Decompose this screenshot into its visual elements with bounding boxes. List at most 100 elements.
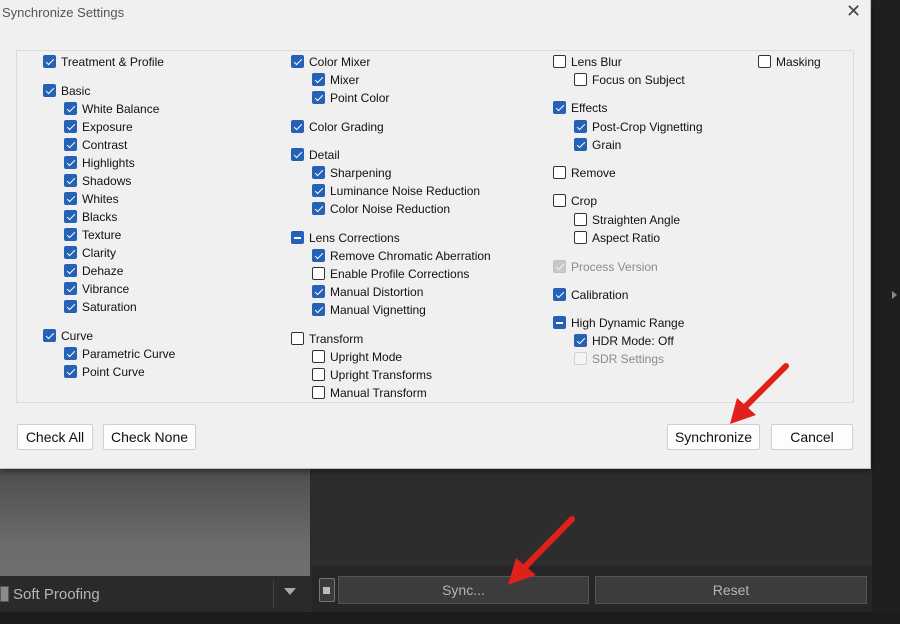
checkbox-box[interactable] <box>312 285 325 298</box>
check-all-button[interactable]: Check All <box>17 424 93 450</box>
auto-sync-toggle[interactable] <box>319 578 335 602</box>
checkbox-color-grading[interactable]: Color Grading <box>291 118 384 135</box>
chevron-down-icon[interactable] <box>284 588 296 595</box>
checkbox-remove[interactable]: Remove <box>553 164 616 181</box>
checkbox-box[interactable] <box>64 264 77 277</box>
checkbox-box[interactable] <box>64 347 77 360</box>
checkbox-box[interactable] <box>574 73 587 86</box>
checkbox-white-balance[interactable]: White Balance <box>64 100 159 117</box>
checkbox-box[interactable] <box>553 101 566 114</box>
checkbox-saturation[interactable]: Saturation <box>64 298 137 315</box>
checkbox-sharpening[interactable]: Sharpening <box>312 164 391 181</box>
checkbox-box[interactable] <box>312 303 325 316</box>
checkbox-box[interactable] <box>574 120 587 133</box>
checkbox-box[interactable] <box>43 55 56 68</box>
checkbox-box[interactable] <box>64 138 77 151</box>
checkbox-box[interactable] <box>312 91 325 104</box>
checkbox-manual-vignetting[interactable]: Manual Vignetting <box>312 301 426 318</box>
checkbox-point-color[interactable]: Point Color <box>312 89 389 106</box>
checkbox-box[interactable] <box>64 192 77 205</box>
checkbox-curve[interactable]: Curve <box>43 327 93 344</box>
checkbox-dehaze[interactable]: Dehaze <box>64 262 123 279</box>
checkbox-crop[interactable]: Crop <box>553 192 597 209</box>
checkbox-box[interactable] <box>64 228 77 241</box>
checkbox-focus-on-subject[interactable]: Focus on Subject <box>574 71 685 88</box>
checkbox-masking[interactable]: Masking <box>758 53 821 70</box>
checkbox-box[interactable] <box>43 84 56 97</box>
checkbox-box[interactable] <box>758 55 771 68</box>
checkbox-high-dynamic-range[interactable]: High Dynamic Range <box>553 314 684 331</box>
checkbox-box[interactable] <box>574 138 587 151</box>
checkbox-exposure[interactable]: Exposure <box>64 118 133 135</box>
checkbox-box[interactable] <box>574 334 587 347</box>
checkbox-box[interactable] <box>312 166 325 179</box>
close-icon[interactable]: ✕ <box>846 2 861 20</box>
checkbox-box[interactable] <box>64 156 77 169</box>
checkbox-lens-blur[interactable]: Lens Blur <box>553 53 622 70</box>
checkbox-color-mixer[interactable]: Color Mixer <box>291 53 370 70</box>
checkbox-highlights[interactable]: Highlights <box>64 154 135 171</box>
checkbox-box[interactable] <box>64 210 77 223</box>
checkbox-box[interactable] <box>64 300 77 313</box>
checkbox-clarity[interactable]: Clarity <box>64 244 116 261</box>
checkbox-texture[interactable]: Texture <box>64 226 121 243</box>
checkbox-remove-chromatic-aberration[interactable]: Remove Chromatic Aberration <box>312 247 491 264</box>
panel-collapse-arrow-icon[interactable] <box>892 291 897 299</box>
checkbox-lens-corrections[interactable]: Lens Corrections <box>291 229 400 246</box>
checkbox-box[interactable] <box>553 194 566 207</box>
reset-button[interactable]: Reset <box>595 576 867 604</box>
checkbox-box[interactable] <box>64 365 77 378</box>
checkbox-box[interactable] <box>64 102 77 115</box>
checkbox-manual-distortion[interactable]: Manual Distortion <box>312 283 423 300</box>
checkbox-box[interactable] <box>64 120 77 133</box>
checkbox-box[interactable] <box>291 332 304 345</box>
checkbox-box[interactable] <box>291 148 304 161</box>
checkbox-box[interactable] <box>574 231 587 244</box>
checkbox-color-noise-reduction[interactable]: Color Noise Reduction <box>312 200 450 217</box>
checkbox-shadows[interactable]: Shadows <box>64 172 131 189</box>
checkbox-box[interactable] <box>291 120 304 133</box>
checkbox-box[interactable] <box>312 184 325 197</box>
checkbox-treatment-profile[interactable]: Treatment & Profile <box>43 53 164 70</box>
checkbox-box[interactable] <box>312 368 325 381</box>
checkbox-aspect-ratio[interactable]: Aspect Ratio <box>574 229 660 246</box>
checkbox-upright-transforms[interactable]: Upright Transforms <box>312 366 432 383</box>
checkbox-box[interactable] <box>312 249 325 262</box>
checkbox-box[interactable] <box>553 55 566 68</box>
checkbox-enable-profile-corrections[interactable]: Enable Profile Corrections <box>312 265 469 282</box>
checkbox-box[interactable] <box>64 246 77 259</box>
checkbox-box[interactable] <box>43 329 56 342</box>
checkbox-whites[interactable]: Whites <box>64 190 119 207</box>
checkbox-point-curve[interactable]: Point Curve <box>64 363 145 380</box>
checkbox-box[interactable] <box>312 202 325 215</box>
checkbox-grain[interactable]: Grain <box>574 136 621 153</box>
checkbox-box[interactable] <box>64 174 77 187</box>
checkbox-box[interactable] <box>312 350 325 363</box>
soft-proofing-checkbox[interactable] <box>0 586 9 602</box>
checkbox-post-crop-vignetting[interactable]: Post-Crop Vignetting <box>574 118 703 135</box>
checkbox-detail[interactable]: Detail <box>291 146 340 163</box>
checkbox-box[interactable] <box>574 213 587 226</box>
checkbox-box[interactable] <box>312 386 325 399</box>
checkbox-upright-mode[interactable]: Upright Mode <box>312 348 402 365</box>
checkbox-straighten-angle[interactable]: Straighten Angle <box>574 211 680 228</box>
checkbox-transform[interactable]: Transform <box>291 330 363 347</box>
checkbox-luminance-noise-reduction[interactable]: Luminance Noise Reduction <box>312 182 480 199</box>
checkbox-box[interactable] <box>291 231 304 244</box>
checkbox-box[interactable] <box>553 288 566 301</box>
checkbox-box[interactable] <box>291 55 304 68</box>
checkbox-calibration[interactable]: Calibration <box>553 286 628 303</box>
checkbox-box[interactable] <box>553 316 566 329</box>
checkbox-manual-transform[interactable]: Manual Transform <box>312 384 427 401</box>
checkbox-effects[interactable]: Effects <box>553 99 607 116</box>
checkbox-box[interactable] <box>64 282 77 295</box>
checkbox-contrast[interactable]: Contrast <box>64 136 127 153</box>
checkbox-box[interactable] <box>312 267 325 280</box>
checkbox-box[interactable] <box>553 166 566 179</box>
checkbox-parametric-curve[interactable]: Parametric Curve <box>64 345 175 362</box>
check-none-button[interactable]: Check None <box>103 424 196 450</box>
checkbox-box[interactable] <box>312 73 325 86</box>
checkbox-mixer[interactable]: Mixer <box>312 71 359 88</box>
checkbox-vibrance[interactable]: Vibrance <box>64 280 129 297</box>
checkbox-blacks[interactable]: Blacks <box>64 208 117 225</box>
